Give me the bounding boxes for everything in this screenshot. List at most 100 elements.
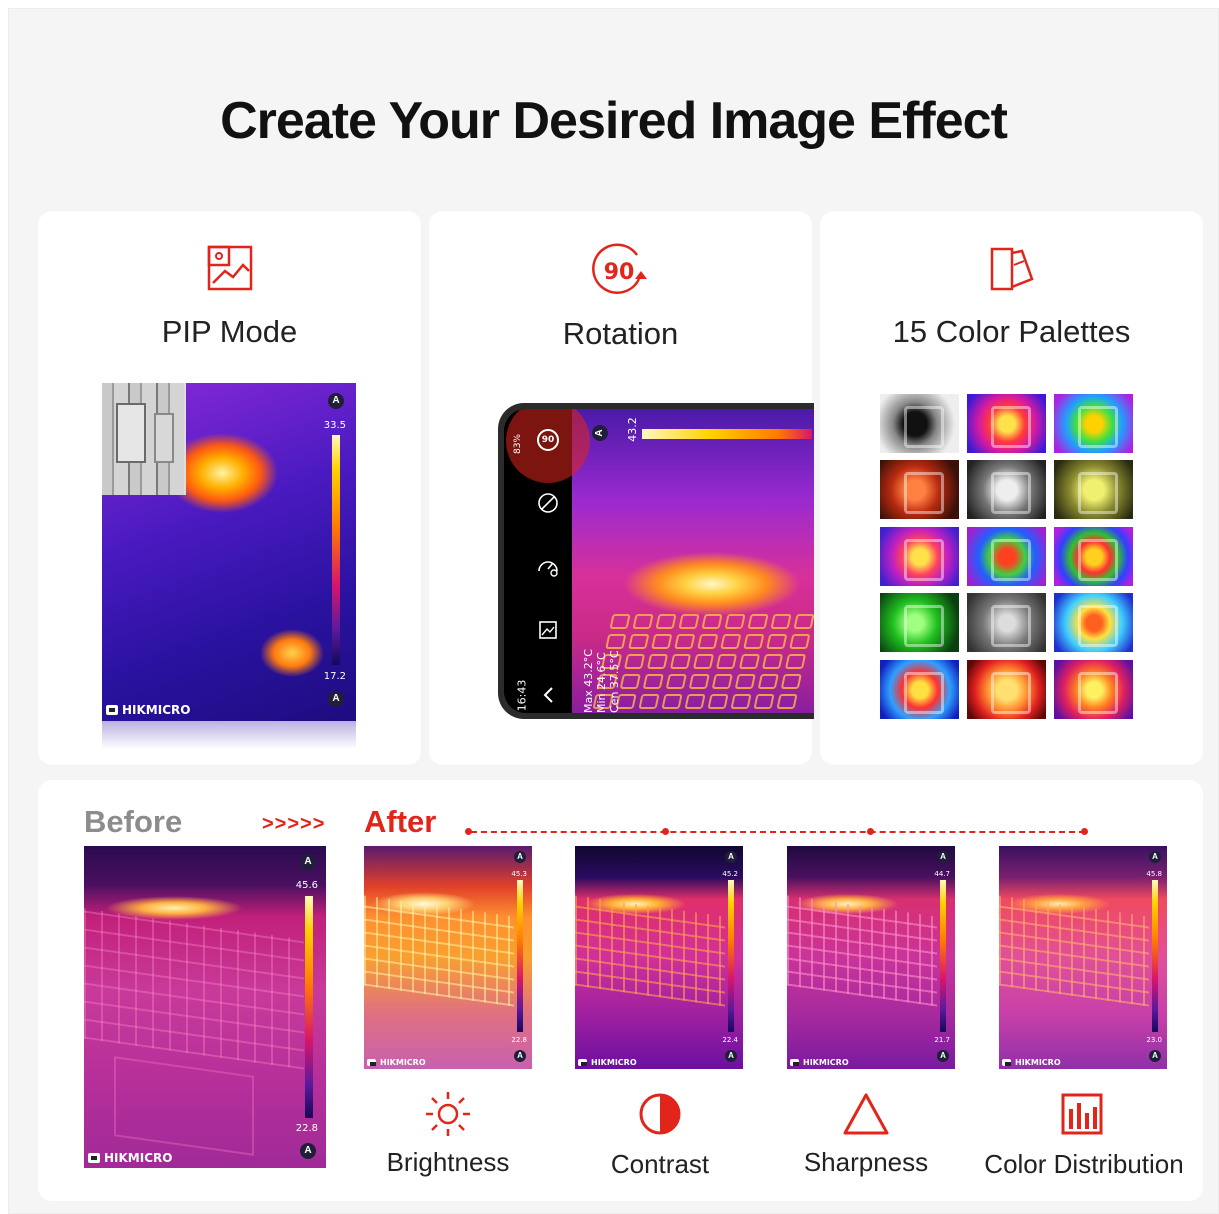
- contrast-scale-max: 45.2: [722, 870, 738, 878]
- color-distribution-thermal-image: A 45.8 23.0 A HIKMICRO: [999, 846, 1167, 1069]
- brightness-keyboard-grid: [364, 895, 514, 1007]
- palette-rainbow-1: [1054, 394, 1133, 453]
- keyboard-key: [793, 614, 814, 629]
- phone-screen: Max 43.2°C Min 24.6°C Cen 37.5°C 43.2 A …: [504, 409, 814, 713]
- keyboard-key: [720, 634, 742, 649]
- sharpness-scale-marker-top: A: [937, 851, 949, 863]
- gauge-settings-icon[interactable]: [536, 555, 560, 579]
- rotation-title: Rotation: [562, 316, 679, 351]
- palette-grid: [880, 394, 1136, 724]
- palette-lava: [880, 660, 959, 719]
- keyboard-key: [784, 654, 807, 669]
- keyboard-key: [715, 654, 738, 669]
- picture-in-picture-icon: [207, 245, 252, 291]
- keyboard-key: [738, 654, 761, 669]
- keyboard-key: [711, 674, 733, 689]
- rotation-reading-cen: Cen 37.5°C: [608, 650, 621, 713]
- pip-reflection: [102, 721, 356, 749]
- sharpness-scale-bar: [940, 880, 946, 1032]
- timeline-dot-2: [662, 828, 669, 835]
- before-scale-bar: [305, 896, 313, 1118]
- keyboard-key: [743, 634, 765, 649]
- pip-scale-marker-top: A: [328, 393, 344, 409]
- measure-tool-icon[interactable]: [536, 491, 560, 515]
- brightness-icon: [426, 1092, 470, 1136]
- phone-clock: 16:43: [515, 679, 529, 712]
- rotate-icon-text: 90: [603, 260, 634, 285]
- contrast-brand-text: HIKMICRO: [591, 1058, 637, 1067]
- timeline-dot-3: [867, 828, 874, 835]
- contrast-scale-bar: [728, 880, 734, 1032]
- keyboard-key: [678, 614, 700, 629]
- before-scale-min: 22.8: [295, 1123, 318, 1134]
- color-distribution-icon: [1061, 1093, 1103, 1135]
- contrast-scale-marker-bottom: A: [725, 1050, 737, 1062]
- brightness-scale-marker-top: A: [514, 851, 526, 863]
- keyboard-key: [642, 674, 664, 689]
- before-thermal-image: A 45.6 22.8 A HIKMICRO: [84, 846, 326, 1168]
- gallery-icon[interactable]: [537, 619, 559, 641]
- keyboard-key: [692, 654, 715, 669]
- color-distribution-scale-marker-top: A: [1149, 851, 1161, 863]
- brightness-scale-bar: [517, 880, 523, 1032]
- before-scale-marker-top: A: [300, 854, 316, 870]
- sharpness-scale-max: 44.7: [934, 870, 950, 878]
- timeline-dot-4: [1081, 828, 1088, 835]
- phone-device: Max 43.2°C Min 24.6°C Cen 37.5°C 43.2 A …: [498, 403, 814, 719]
- keyboard-key: [646, 654, 669, 669]
- brightness-scale-max: 45.3: [511, 870, 527, 878]
- pip-visible-inset: [102, 383, 186, 495]
- rotation-scale-marker: A: [592, 425, 608, 441]
- timeline-line: [471, 831, 1085, 833]
- color-palettes-card: 15 Color Palettes: [820, 211, 1203, 765]
- contrast-thermal-image: A 45.2 22.4 A HIKMICRO: [575, 846, 743, 1069]
- rotation-thermal-image: Max 43.2°C Min 24.6°C Cen 37.5°C 43.2 A: [572, 409, 814, 713]
- palette-iron-2: [880, 527, 959, 586]
- back-chevron-icon[interactable]: [539, 685, 559, 705]
- rotate-button[interactable]: 90: [537, 429, 559, 451]
- contrast-keyboard-grid: [575, 895, 725, 1007]
- keyboard-key: [707, 694, 729, 709]
- keyboard-key: [780, 674, 802, 689]
- sharpness-keyboard-grid: [787, 895, 937, 1007]
- keyboard-key: [669, 654, 692, 669]
- keyboard-key: [701, 614, 723, 629]
- keyboard-key: [730, 694, 752, 709]
- pip-thermal-image: A 33.5 17.2 A HIKMICRO: [102, 383, 356, 721]
- keyboard-key: [757, 674, 779, 689]
- keyboard-key: [638, 694, 660, 709]
- palette-iron-1: [967, 394, 1046, 453]
- sharpness-brand-logo: HIKMICRO: [790, 1058, 849, 1067]
- palette-hot: [967, 660, 1046, 719]
- keyboard-key: [776, 694, 798, 709]
- brightness-scale-marker-bottom: A: [514, 1050, 526, 1062]
- color-distribution-keyboard-grid: [999, 895, 1149, 1007]
- color-distribution-scale-min: 23.0: [1146, 1036, 1162, 1044]
- before-scale-marker-bottom: A: [300, 1143, 316, 1159]
- rotation-reading-max: Max 43.2°C: [582, 649, 595, 713]
- pip-brand-text: HIKMICRO: [122, 703, 191, 717]
- page: Create Your Desired Image Effect PIP Mod…: [8, 8, 1219, 1214]
- rotation-scale-max: 43.2: [625, 417, 639, 442]
- keyboard-key: [697, 634, 719, 649]
- color-distribution-brand-logo: HIKMICRO: [1002, 1058, 1061, 1067]
- rotate-button-label: 90: [541, 435, 555, 445]
- keyboard-key: [632, 614, 654, 629]
- keyboard-key: [665, 674, 687, 689]
- color-distribution-scale-max: 45.8: [1146, 870, 1162, 878]
- keyboard-key: [770, 614, 792, 629]
- palette-amber: [1054, 660, 1133, 719]
- keyboard-key: [655, 614, 677, 629]
- before-brand-text: HIKMICRO: [104, 1151, 173, 1165]
- keyboard-key: [609, 614, 631, 629]
- before-after-arrows: >>>>>: [262, 813, 326, 835]
- palette-rainbow-2: [967, 527, 1046, 586]
- keyboard-key: [766, 634, 788, 649]
- sharpness-scale-min: 21.7: [934, 1036, 950, 1044]
- color-distribution-scale-bar: [1152, 880, 1158, 1032]
- color-distribution-brand-text: HIKMICRO: [1015, 1058, 1061, 1067]
- keyboard-key: [789, 634, 811, 649]
- before-keyboard-grid: [84, 908, 304, 1070]
- rotate-90-icon: 90: [591, 243, 647, 294]
- pip-scale-bar: [332, 435, 340, 665]
